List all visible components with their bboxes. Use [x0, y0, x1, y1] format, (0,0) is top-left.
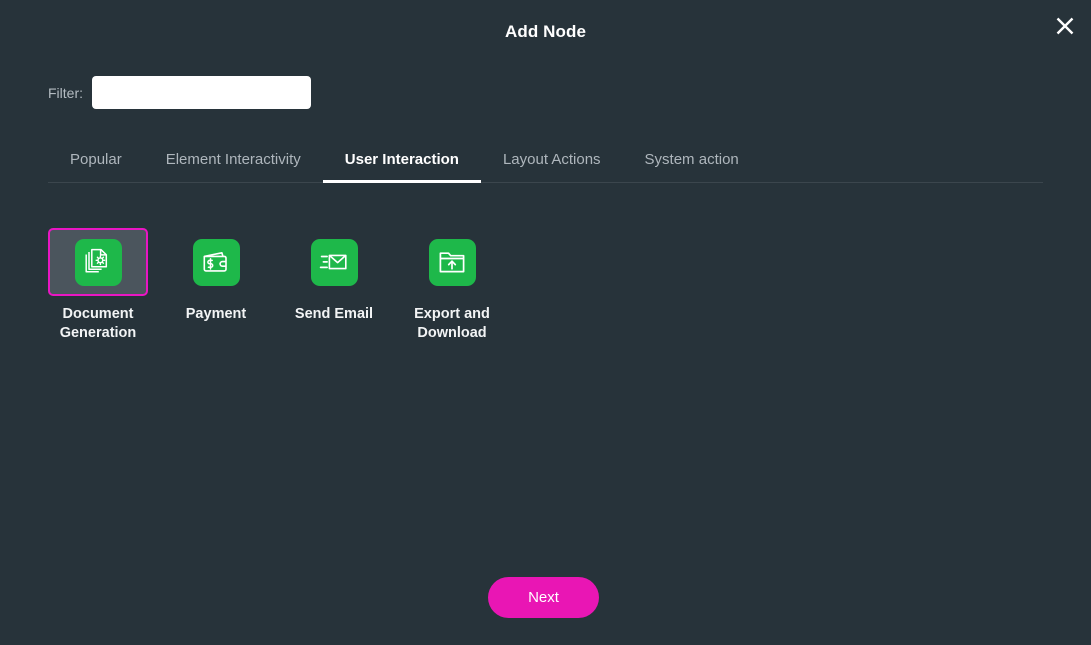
- tab-label: User Interaction: [345, 151, 459, 168]
- tab-system-action[interactable]: System action: [623, 136, 761, 182]
- tab-label: Element Interactivity: [166, 151, 301, 168]
- tab-layout-actions[interactable]: Layout Actions: [481, 136, 623, 182]
- tab-bar: Popular Element Interactivity User Inter…: [48, 136, 1043, 183]
- tab-label: Layout Actions: [503, 151, 601, 168]
- page-title: Add Node: [0, 22, 1091, 42]
- tab-label: System action: [645, 151, 739, 168]
- node-tile: [166, 228, 266, 296]
- close-button[interactable]: [1048, 9, 1082, 43]
- node-item-document-generation[interactable]: Document Generation: [48, 228, 148, 343]
- tab-element-interactivity[interactable]: Element Interactivity: [144, 136, 323, 182]
- close-icon: [1054, 15, 1076, 37]
- tab-popular[interactable]: Popular: [48, 136, 144, 182]
- node-label: Document Generation: [44, 305, 152, 343]
- node-grid: Document Generation Payment: [48, 228, 1043, 343]
- envelope-send-icon: [311, 239, 358, 286]
- document-gear-icon: [75, 239, 122, 286]
- dialog-titlebar: Add Node: [0, 0, 1091, 68]
- node-item-export-and-download[interactable]: Export and Download: [402, 228, 502, 343]
- node-item-send-email[interactable]: Send Email: [284, 228, 384, 324]
- node-tile: [402, 228, 502, 296]
- node-label: Payment: [162, 305, 270, 324]
- node-label: Send Email: [280, 305, 388, 324]
- filter-input[interactable]: [92, 76, 311, 109]
- tab-label: Popular: [70, 151, 122, 168]
- filter-label: Filter:: [48, 85, 83, 101]
- node-tile: [48, 228, 148, 296]
- node-label: Export and Download: [398, 305, 506, 343]
- node-item-payment[interactable]: Payment: [166, 228, 266, 324]
- wallet-dollar-icon: [193, 239, 240, 286]
- filter-row: Filter:: [48, 76, 311, 109]
- next-button[interactable]: Next: [488, 577, 599, 618]
- tab-user-interaction[interactable]: User Interaction: [323, 136, 481, 182]
- node-tile: [284, 228, 384, 296]
- folder-upload-icon: [429, 239, 476, 286]
